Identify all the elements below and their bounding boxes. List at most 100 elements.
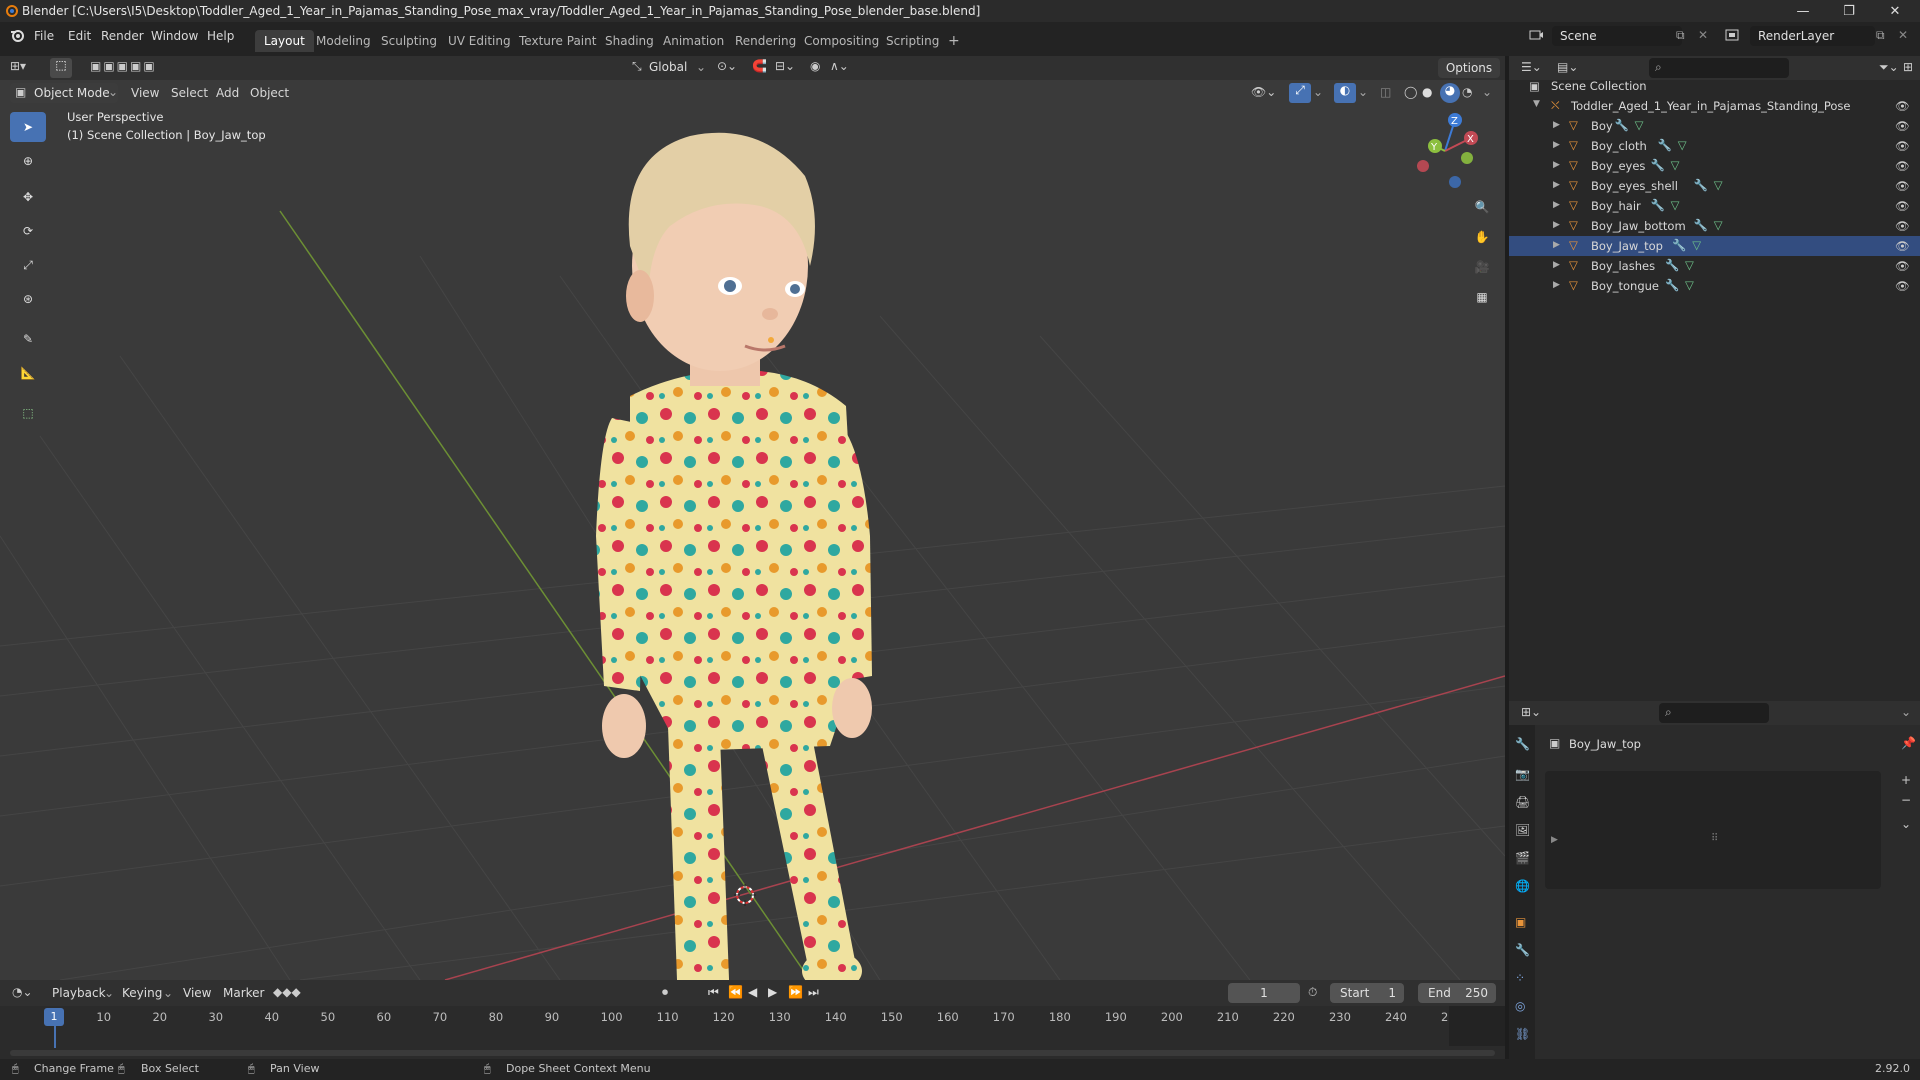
outliner-row-object[interactable]: ▶ ▽ Boy_hair 🔧 ▽ 👁 (1509, 196, 1920, 216)
record-icon[interactable]: ⏺ (662, 985, 668, 1000)
modifier-icon[interactable]: 🔧 (1651, 158, 1665, 172)
maximize-button[interactable]: ❐ (1826, 0, 1872, 22)
outliner-row-object[interactable]: ▶ ▽ Boy_tongue 🔧 ▽ 👁 (1509, 276, 1920, 296)
physics-tab-icon[interactable]: ◎ (1515, 999, 1525, 1013)
tab-uv-editing[interactable]: UV Editing (439, 30, 520, 52)
properties-search-input[interactable] (1659, 703, 1769, 723)
expand-arrow-icon[interactable]: ▶ (1553, 280, 1560, 290)
expand-arrow-icon[interactable]: ▶ (1553, 220, 1560, 230)
move-tool[interactable]: ✥ (10, 182, 46, 212)
eye-icon[interactable]: 👁 (1895, 199, 1910, 213)
new-collection-icon[interactable]: ⊞ (1903, 60, 1913, 74)
eye-icon[interactable]: 👁 (1895, 179, 1910, 193)
navigation-gizmo[interactable]: Z X Y (1405, 106, 1485, 196)
expand-arrow-icon[interactable]: ▶ (1553, 160, 1560, 170)
outliner-row-scene-collection[interactable]: ▣ Scene Collection (1509, 76, 1920, 96)
annotate-tool[interactable]: ✎ (10, 324, 46, 354)
display-mode-icon[interactable]: ▤⌄ (1557, 60, 1578, 74)
view-layer-tab-icon[interactable]: 🖼 (1515, 823, 1530, 837)
editor-type-icon[interactable]: ⊞⌄ (1521, 705, 1541, 719)
add-workspace-button[interactable]: + (939, 30, 969, 52)
new-render-layer-icon[interactable]: ⧉ (1876, 28, 1885, 43)
outliner-search-input[interactable] (1649, 58, 1789, 78)
3d-viewport[interactable]: ⊞▾ ⬚ ▣▣▣▣▣ ⤡ Global ⌄ ⊙⌄ 🧲 ⊟⌄ ◉ ∧⌄ Optio… (0, 56, 1505, 980)
timeline-scrollbar[interactable] (10, 1050, 1495, 1056)
editor-type-icon[interactable]: ◔⌄ (12, 985, 33, 999)
outliner-row-object[interactable]: ▶ ▽ Boy_Jaw_bottom 🔧 ▽ 👁 (1509, 216, 1920, 236)
mesh-data-icon[interactable]: ▽ (1671, 198, 1680, 212)
filter-icon[interactable]: ⏷⌄ (1879, 60, 1899, 75)
menu-help[interactable]: Help (207, 29, 234, 43)
particles-tab-icon[interactable]: ⁘ (1515, 971, 1525, 985)
outliner-row-object[interactable]: ▶ ▽ Boy_cloth 🔧 ▽ 👁 (1509, 136, 1920, 156)
tab-scripting[interactable]: Scripting (877, 30, 948, 52)
tab-sculpting[interactable]: Sculpting (372, 30, 446, 52)
tab-layout[interactable]: Layout (255, 30, 314, 52)
mesh-data-icon[interactable]: ▽ (1678, 138, 1687, 152)
playhead[interactable]: 1 (44, 1008, 64, 1026)
cursor-tool[interactable]: ⊕ (10, 146, 46, 176)
blender-menu-icon[interactable] (9, 27, 25, 43)
outliner-row-object[interactable]: ▶ ▽ Boy_eyes 🔧 ▽ 👁 (1509, 156, 1920, 176)
jump-keyframe-back-icon[interactable]: ⏪ (728, 985, 743, 999)
expand-arrow-icon[interactable]: ▶ (1553, 200, 1560, 210)
minimize-button[interactable]: — (1780, 0, 1826, 22)
menu-window[interactable]: Window (151, 29, 198, 43)
mesh-data-icon[interactable]: ▽ (1692, 238, 1701, 252)
expand-arrow-icon[interactable]: ▶ (1553, 140, 1560, 150)
menu-keying[interactable]: Keying (122, 986, 162, 1000)
eye-icon[interactable]: 👁 (1895, 219, 1910, 233)
perspective-toggle-button[interactable]: ▦ (1469, 284, 1495, 310)
render-layer-icon[interactable] (1724, 27, 1740, 43)
mesh-data-icon[interactable]: ▽ (1671, 158, 1680, 172)
pin-icon[interactable]: 📌 (1901, 736, 1916, 750)
slot-menu-icon[interactable]: ⌄ (1901, 817, 1911, 831)
tab-modeling[interactable]: Modeling (307, 30, 380, 52)
object-tab-icon[interactable]: ▣ (1515, 915, 1526, 929)
jump-keyframe-forward-icon[interactable]: ⏩ (788, 985, 803, 999)
scene-icon[interactable] (1528, 27, 1544, 43)
output-tab-icon[interactable]: 🖨 (1515, 795, 1530, 809)
mesh-data-icon[interactable]: ▽ (1685, 258, 1694, 272)
menu-render[interactable]: Render (101, 29, 144, 43)
keyframe-icons[interactable]: ◆◆◆ (273, 985, 301, 999)
modifier-tab-icon[interactable]: 🔧 (1515, 943, 1530, 957)
eye-icon[interactable]: 👁 (1895, 139, 1910, 153)
chevron-down-icon[interactable]: ⌄ (1901, 705, 1911, 719)
scale-tool[interactable]: ⤢ (10, 250, 46, 280)
outliner-row-object[interactable]: ▶ ▽ Boy_Jaw_top 🔧 ▽ 👁 (1509, 236, 1920, 256)
modifier-icon[interactable]: 🔧 (1665, 258, 1679, 272)
outliner-row-collection[interactable]: ▼ ⛌ Toddler_Aged_1_Year_in_Pajamas_Stand… (1509, 96, 1920, 116)
expand-arrow-icon[interactable]: ▶ (1553, 240, 1560, 250)
tab-shading[interactable]: Shading (596, 30, 663, 52)
tab-animation[interactable]: Animation (654, 30, 733, 52)
eye-icon[interactable]: 👁 (1895, 119, 1910, 133)
constraints-tab-icon[interactable]: ⛓ (1515, 1027, 1530, 1041)
play-reverse-icon[interactable]: ◀ (748, 985, 757, 999)
camera-view-button[interactable]: 🎥 (1469, 254, 1495, 280)
current-frame-field[interactable]: 1 (1228, 983, 1300, 1003)
rotate-tool[interactable]: ⟳ (10, 216, 46, 246)
modifier-icon[interactable]: 🔧 (1694, 178, 1708, 192)
eye-icon[interactable]: 👁 (1895, 239, 1910, 253)
render-tab-icon[interactable]: 📷 (1515, 767, 1530, 781)
editor-type-icon[interactable]: ☰⌄ (1521, 60, 1542, 74)
pan-button[interactable]: ✋ (1469, 224, 1495, 250)
modifier-icon[interactable]: 🔧 (1651, 198, 1665, 212)
delete-render-layer-icon[interactable]: ✕ (1898, 28, 1908, 42)
jump-end-icon[interactable]: ⏭ (808, 985, 819, 1000)
modifier-icon[interactable]: 🔧 (1672, 238, 1686, 252)
start-frame-field[interactable]: Start 1 (1330, 983, 1404, 1003)
tool-tab-icon[interactable]: 🔧 (1515, 737, 1530, 751)
menu-file[interactable]: File (34, 29, 54, 43)
modifier-icon[interactable]: 🔧 (1658, 138, 1672, 152)
close-button[interactable]: ✕ (1872, 0, 1918, 22)
transform-tool[interactable]: ⊛ (10, 284, 46, 314)
delete-scene-icon[interactable]: ✕ (1698, 28, 1708, 42)
mesh-data-icon[interactable]: ▽ (1635, 118, 1644, 132)
expand-arrow-icon[interactable]: ▶ (1551, 835, 1558, 845)
new-scene-icon[interactable]: ⧉ (1676, 28, 1685, 43)
stopwatch-icon[interactable]: ⏱ (1308, 985, 1317, 1000)
outliner-row-object[interactable]: ▶ ▽ Boy_lashes 🔧 ▽ 👁 (1509, 256, 1920, 276)
mesh-data-icon[interactable]: ▽ (1714, 178, 1723, 192)
